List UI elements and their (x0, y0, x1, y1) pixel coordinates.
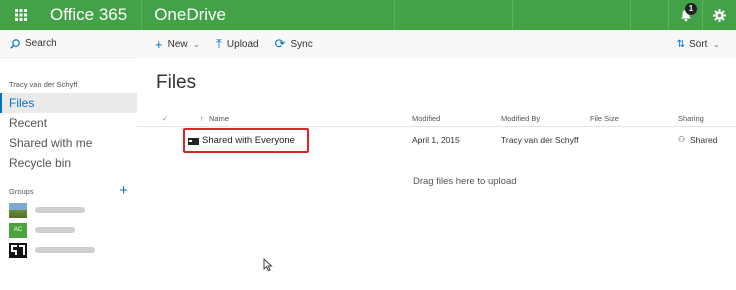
column-file-size[interactable]: File Size (590, 114, 619, 123)
cell-modified-by: Tracy van der Schyff (501, 135, 579, 145)
drop-zone-hint: Drag files here to upload (413, 176, 517, 187)
waffle-icon (15, 9, 27, 21)
group-item[interactable] (0, 241, 137, 259)
groups-header: Groups + (0, 183, 137, 199)
highlight-annotation (183, 128, 309, 153)
search-label: Search (25, 38, 57, 49)
left-navigation: Search Tracy van der Schyff Files Recent… (0, 30, 137, 290)
nav-list: Files Recent Shared with me Recycle bin (0, 93, 137, 173)
suite-bar-segment (395, 0, 514, 30)
group-name-blurred (35, 227, 75, 233)
groups-label: Groups (9, 186, 34, 196)
sort-button[interactable]: ⇅ Sort ⌄ (677, 30, 720, 58)
group-name-blurred (35, 207, 85, 213)
gear-icon (713, 8, 726, 22)
onedrive-link[interactable]: OneDrive (142, 0, 396, 30)
new-label: New (167, 38, 188, 50)
column-name[interactable]: Name (209, 114, 229, 123)
chevron-down-icon: ⌄ (192, 38, 201, 49)
chevron-down-icon: ⌄ (712, 38, 720, 49)
group-thumbnail: AC (9, 222, 27, 238)
group-thumbnail (9, 202, 27, 218)
suite-bar: Office 365 OneDrive 1 (0, 0, 736, 30)
sync-button[interactable]: ⟳ Sync (275, 36, 313, 52)
column-modified-by[interactable]: Modified By (501, 114, 540, 123)
shared-people-icon: ⚇ (678, 135, 686, 144)
upload-button[interactable]: ⤒ Upload (216, 36, 258, 52)
mouse-pointer-icon (263, 258, 273, 272)
settings-button[interactable] (702, 0, 736, 30)
notification-badge: 1 (685, 3, 697, 15)
upload-label: Upload (226, 38, 259, 50)
column-header-row: ✓ ↑ Name Modified Modified By File Size … (137, 110, 736, 127)
sync-label: Sync (290, 38, 313, 50)
group-thumbnail (9, 242, 27, 258)
nav-item-recycle-bin[interactable]: Recycle bin (0, 153, 137, 173)
main-content: Files ✓ ↑ Name Modified Modified By File… (137, 58, 736, 290)
cell-sharing: Shared (690, 135, 718, 145)
select-all-checkmark-icon[interactable]: ✓ (162, 114, 168, 123)
command-bar: + New ⌄ ⤒ Upload ⟳ Sync ⇅ Sort ⌄ (137, 30, 736, 58)
plus-icon: + (155, 36, 163, 52)
sort-label: Sort (689, 38, 708, 50)
group-name-blurred (35, 247, 95, 253)
owner-name: Tracy van der Schyff (9, 80, 78, 89)
column-modified[interactable]: Modified (412, 114, 440, 123)
search-icon (10, 38, 20, 49)
upload-icon: ⤒ (216, 36, 222, 51)
nav-item-files[interactable]: Files (0, 93, 137, 113)
search-box[interactable]: Search (0, 30, 137, 58)
nav-item-recent[interactable]: Recent (0, 113, 137, 133)
sort-icon: ⇅ (676, 38, 686, 50)
cell-modified: April 1, 2015 (412, 135, 460, 145)
notifications-button[interactable]: 1 (668, 0, 702, 30)
page-title: Files (156, 72, 197, 93)
sync-icon: ⟳ (274, 36, 286, 51)
group-item[interactable]: AC (0, 221, 137, 239)
office-365-link[interactable]: Office 365 (42, 0, 143, 30)
suite-bar-segment (513, 0, 632, 30)
nav-item-shared-with-me[interactable]: Shared with me (0, 133, 137, 153)
column-sharing[interactable]: Sharing (678, 114, 704, 123)
group-logo-icon (11, 244, 25, 255)
app-launcher-button[interactable] (0, 0, 42, 30)
group-item[interactable] (0, 201, 137, 219)
sort-arrow-up-icon: ↑ (200, 114, 204, 123)
add-group-icon[interactable]: + (119, 183, 128, 198)
new-button[interactable]: + New ⌄ (155, 37, 200, 52)
